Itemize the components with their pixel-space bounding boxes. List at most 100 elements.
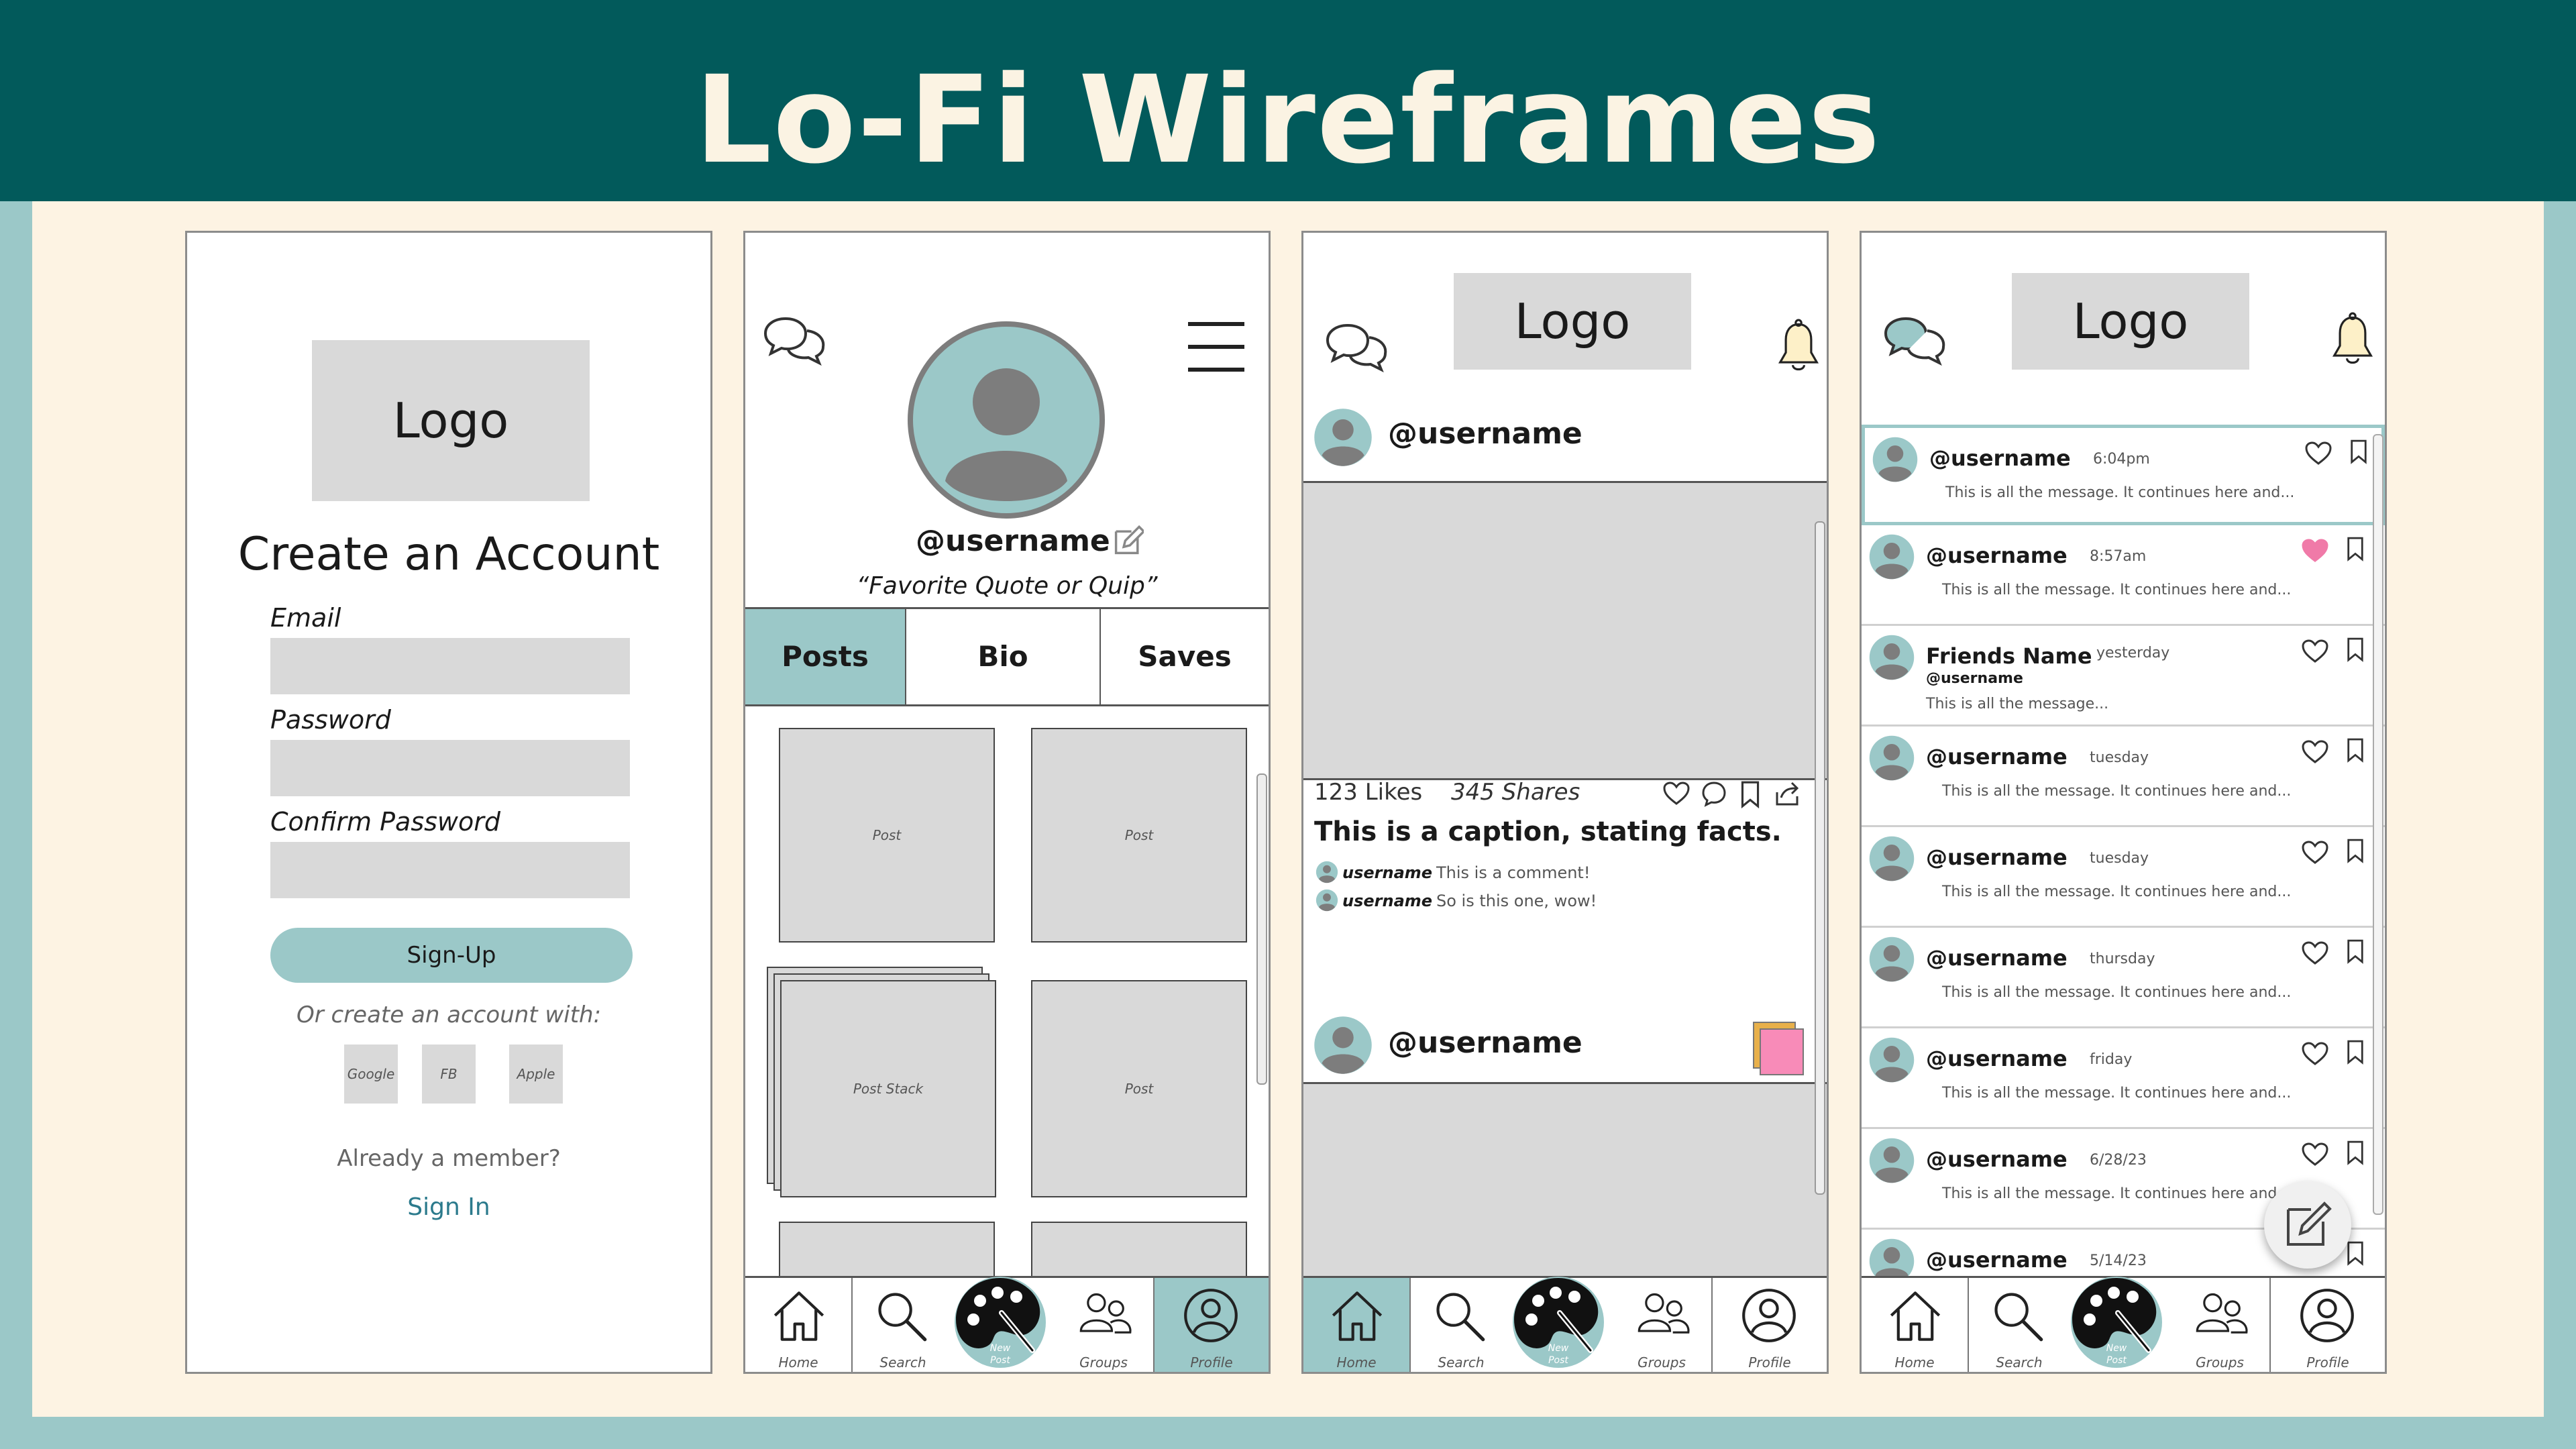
avatar[interactable] xyxy=(1313,407,1373,468)
email-label: Email xyxy=(270,603,341,633)
nav-groups[interactable]: Groups xyxy=(2170,1278,2271,1372)
nav-profile[interactable]: Profile xyxy=(1713,1278,1827,1372)
chat-icon[interactable] xyxy=(1882,313,1949,367)
heart-icon[interactable] xyxy=(2302,1142,2328,1167)
bookmark-icon[interactable] xyxy=(2346,637,2365,662)
chat-icon[interactable] xyxy=(1324,320,1391,374)
fb-button[interactable]: FB xyxy=(422,1044,476,1104)
search-icon xyxy=(1989,1287,2045,1344)
list-item[interactable]: @username 8:57am This is all the message… xyxy=(1862,525,2385,626)
groups-icon xyxy=(1635,1287,1691,1344)
bookmark-icon[interactable] xyxy=(2346,536,2365,561)
list-item[interactable]: @username tuesday This is all the messag… xyxy=(1862,727,2385,827)
nav-new-post[interactable]: New Post xyxy=(1511,1278,1612,1372)
confirm-password-label: Confirm Password xyxy=(270,807,501,837)
post-tile[interactable]: Post xyxy=(779,728,995,943)
edit-profile-icon[interactable] xyxy=(1113,525,1144,556)
shares-count: 345 Shares xyxy=(1451,779,1580,806)
comment-icon[interactable] xyxy=(1701,780,1727,807)
bookmark-icon[interactable] xyxy=(2346,938,2365,964)
post-tile[interactable]: Post xyxy=(1031,728,1247,943)
google-button[interactable]: Google xyxy=(344,1044,398,1104)
heart-icon[interactable] xyxy=(2302,639,2328,663)
scrollbar[interactable] xyxy=(1815,521,1825,1195)
avatar xyxy=(1316,889,1338,912)
nav-new-post[interactable]: New Post xyxy=(2070,1278,2170,1372)
sign-in-link[interactable]: Sign In xyxy=(187,1193,710,1221)
comment-user: username xyxy=(1342,892,1433,910)
chat-icon[interactable] xyxy=(761,313,828,367)
nav-home[interactable]: Home xyxy=(1862,1278,1969,1372)
list-item[interactable]: @username thursday This is all the messa… xyxy=(1862,928,2385,1028)
nav-new-post[interactable]: New Post xyxy=(953,1278,1054,1372)
bookmark-icon[interactable] xyxy=(2346,737,2365,763)
nav-groups[interactable]: Groups xyxy=(1612,1278,1713,1372)
home-icon xyxy=(771,1287,827,1344)
tab-bio[interactable]: Bio xyxy=(906,609,1101,704)
bookmark-icon[interactable] xyxy=(2346,1240,2365,1266)
groups-icon xyxy=(2193,1287,2249,1344)
bookmark-icon[interactable] xyxy=(2346,1039,2365,1065)
password-label: Password xyxy=(270,705,391,735)
heart-icon[interactable] xyxy=(2302,841,2328,865)
nav-groups[interactable]: Groups xyxy=(1054,1278,1155,1372)
list-item[interactable]: Friends Name yesterday @username This is… xyxy=(1862,626,2385,727)
heart-icon[interactable] xyxy=(2302,740,2328,764)
bottom-nav: Home Search New Post Groups Profile xyxy=(1862,1276,2385,1372)
heart-filled-icon[interactable] xyxy=(2302,539,2328,563)
bell-icon[interactable] xyxy=(1777,319,1820,375)
nav-home[interactable]: Home xyxy=(1303,1278,1411,1372)
heart-icon[interactable] xyxy=(2302,941,2328,965)
profile-tabs: Posts Bio Saves xyxy=(745,607,1269,706)
apple-button[interactable]: Apple xyxy=(509,1044,563,1104)
list-item[interactable]: @username tuesday This is all the messag… xyxy=(1862,827,2385,928)
nav-search[interactable]: Search xyxy=(853,1278,953,1372)
post-username: @username xyxy=(1388,1026,1582,1060)
search-icon xyxy=(873,1287,929,1344)
heart-icon[interactable] xyxy=(2305,441,2332,466)
menu-icon[interactable] xyxy=(1185,320,1247,374)
avatar xyxy=(1872,436,1919,483)
signup-button[interactable]: Sign-Up xyxy=(270,928,633,983)
comment-text: This is a comment! xyxy=(1436,863,1591,882)
signup-screen: Logo Create an Account Email Password Co… xyxy=(185,231,712,1374)
compose-button[interactable] xyxy=(2264,1181,2351,1269)
post-image[interactable] xyxy=(1303,1082,1827,1285)
share-icon[interactable] xyxy=(1774,780,1801,807)
tab-saves[interactable]: Saves xyxy=(1101,609,1269,704)
post-tile[interactable]: Post xyxy=(1031,980,1247,1197)
compose-icon xyxy=(2287,1201,2332,1246)
avatar xyxy=(1868,634,1915,681)
bookmark-icon[interactable] xyxy=(2346,1140,2365,1165)
tab-posts[interactable]: Posts xyxy=(745,609,906,704)
bookmark-icon[interactable] xyxy=(2349,439,2368,464)
email-field[interactable] xyxy=(270,638,630,694)
post-stack-tile[interactable]: Post Stack xyxy=(780,980,996,1197)
profile-icon xyxy=(1183,1287,1239,1344)
confirm-password-field[interactable] xyxy=(270,842,630,898)
bookmark-icon[interactable] xyxy=(1739,780,1761,808)
nav-search[interactable]: Search xyxy=(1411,1278,1511,1372)
scrollbar[interactable] xyxy=(1256,773,1267,1085)
bookmark-icon[interactable] xyxy=(2346,838,2365,863)
bell-icon[interactable] xyxy=(2331,312,2374,368)
nav-home[interactable]: Home xyxy=(745,1278,853,1372)
nav-search[interactable]: Search xyxy=(1969,1278,2070,1372)
avatar[interactable] xyxy=(1313,1015,1373,1075)
nav-profile[interactable]: Profile xyxy=(1155,1278,1269,1372)
home-icon xyxy=(1329,1287,1385,1344)
avatar xyxy=(1868,1036,1915,1083)
sticky-note-icon[interactable] xyxy=(1760,1028,1804,1075)
scrollbar[interactable] xyxy=(2373,434,2383,1215)
list-item[interactable]: @username 6:04pm This is all the message… xyxy=(1862,425,2385,525)
nav-profile[interactable]: Profile xyxy=(2271,1278,2385,1372)
heart-icon[interactable] xyxy=(2302,1042,2328,1066)
profile-avatar[interactable] xyxy=(908,321,1105,519)
heart-icon[interactable] xyxy=(1663,782,1690,806)
profile-screen: @username “Favorite Quote or Quip” Posts… xyxy=(743,231,1271,1374)
avatar xyxy=(1868,936,1915,983)
likes-count: 123 Likes xyxy=(1314,779,1423,806)
password-field[interactable] xyxy=(270,740,630,796)
post-image[interactable] xyxy=(1303,481,1827,780)
list-item[interactable]: @username friday This is all the message… xyxy=(1862,1028,2385,1129)
